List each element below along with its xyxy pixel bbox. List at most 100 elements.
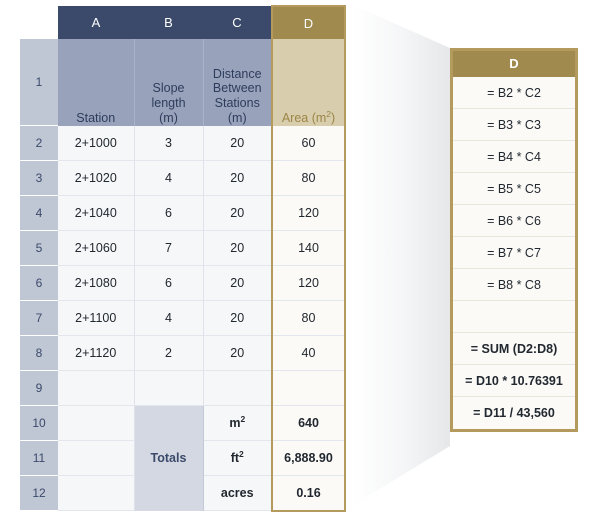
cell-d12-value[interactable]: 0.16 xyxy=(271,475,346,512)
cell-c7[interactable]: 20 xyxy=(203,300,273,336)
cell-c10-unit[interactable]: m2 xyxy=(203,405,273,441)
formula-row-d6[interactable]: = B6 * C6 xyxy=(453,205,575,237)
cell-c8[interactable]: 20 xyxy=(203,335,273,371)
grid: A B C D 1 Station Slope length (m) Dista… xyxy=(20,5,346,512)
formula-panel-header: D xyxy=(453,51,575,77)
cell-c5[interactable]: 20 xyxy=(203,230,273,266)
cell-c3[interactable]: 20 xyxy=(203,160,273,196)
formula-row-d4[interactable]: = B4 * C4 xyxy=(453,141,575,173)
row-number-4[interactable]: 4 xyxy=(20,195,58,231)
row-number-8[interactable]: 8 xyxy=(20,335,58,371)
cell-a5[interactable]: 2+1060 xyxy=(58,230,135,266)
formula-row-d2[interactable]: = B2 * C2 xyxy=(453,77,575,109)
table-row: 5 2+1060 7 20 140 xyxy=(20,230,346,266)
cell-a6[interactable]: 2+1080 xyxy=(58,265,135,301)
row-number-10[interactable]: 10 xyxy=(20,405,58,441)
unit-m2-superscript: 2 xyxy=(240,413,246,424)
cell-c2[interactable]: 20 xyxy=(203,125,273,161)
header-distance-between-stations: Distance Between Stations (m) xyxy=(203,39,273,126)
table-row: 8 2+1120 2 20 40 xyxy=(20,335,346,371)
cell-d2[interactable]: 60 xyxy=(271,125,346,161)
formula-row-d11[interactable]: = D10 * 10.76391 xyxy=(453,365,575,397)
cell-d9[interactable] xyxy=(271,370,346,406)
cell-c9[interactable] xyxy=(203,370,273,406)
header-slope-length-line1: Slope xyxy=(152,81,185,96)
cell-b9[interactable] xyxy=(134,370,204,406)
cell-c4[interactable]: 20 xyxy=(203,195,273,231)
header-slope-length-line2: length xyxy=(151,96,186,110)
header-station: Station xyxy=(58,39,135,126)
cell-d4[interactable]: 120 xyxy=(271,195,346,231)
cell-a12[interactable] xyxy=(58,475,135,511)
formula-row-d10[interactable]: = SUM (D2:D8) xyxy=(453,333,575,365)
cell-a4[interactable]: 2+1040 xyxy=(58,195,135,231)
formula-row-d12[interactable]: = D11 / 43,560 xyxy=(453,397,575,429)
header-slope-length: Slope length (m) xyxy=(134,39,204,126)
formula-row-d7[interactable]: = B7 * C7 xyxy=(453,237,575,269)
corner-cell xyxy=(20,6,58,39)
cell-b5[interactable]: 7 xyxy=(134,230,204,266)
row-number-5[interactable]: 5 xyxy=(20,230,58,266)
row-number-12[interactable]: 12 xyxy=(20,475,58,511)
unit-m2-text: m xyxy=(229,415,241,430)
cell-d8[interactable]: 40 xyxy=(271,335,346,371)
row-number-1[interactable]: 1 xyxy=(20,39,58,126)
row-number-7[interactable]: 7 xyxy=(20,300,58,336)
header-distance-line1: Distance xyxy=(212,66,262,81)
cell-c6[interactable]: 20 xyxy=(203,265,273,301)
table-row: 9 xyxy=(20,370,346,406)
row-number-3[interactable]: 3 xyxy=(20,160,58,196)
cell-d7[interactable]: 80 xyxy=(271,300,346,336)
cell-b3[interactable]: 4 xyxy=(134,160,204,196)
row-number-9[interactable]: 9 xyxy=(20,370,58,406)
cell-a2[interactable]: 2+1000 xyxy=(58,125,135,161)
column-header-b[interactable]: B xyxy=(134,6,203,39)
cell-a7[interactable]: 2+1100 xyxy=(58,300,135,336)
cell-a8[interactable]: 2+1120 xyxy=(58,335,135,371)
cell-b10-totals-label[interactable]: Totals xyxy=(134,405,204,511)
header-area-close: ) xyxy=(331,110,336,125)
formula-row-d5[interactable]: = B5 * C5 xyxy=(453,173,575,205)
cell-a11[interactable] xyxy=(58,440,135,476)
header-distance-line4: (m) xyxy=(227,110,247,125)
cell-b8[interactable]: 2 xyxy=(134,335,204,371)
row-number-11[interactable]: 11 xyxy=(20,440,58,476)
header-area: Area (m2) xyxy=(271,39,346,126)
table-row: 7 2+1100 4 20 80 xyxy=(20,300,346,336)
formula-row-d9-empty[interactable] xyxy=(453,301,575,333)
table-row: 4 2+1040 6 20 120 xyxy=(20,195,346,231)
callout-connector xyxy=(345,0,460,513)
column-header-c[interactable]: C xyxy=(203,6,272,39)
header-area-text: Area (m xyxy=(281,110,327,125)
cell-d3[interactable]: 80 xyxy=(271,160,346,196)
cell-c12-unit[interactable]: acres xyxy=(203,475,273,511)
unit-acres-text: acres xyxy=(220,485,254,500)
cell-a10[interactable] xyxy=(58,405,135,441)
cell-b2[interactable]: 3 xyxy=(134,125,204,161)
row-number-6[interactable]: 6 xyxy=(20,265,58,301)
table-row: 6 2+1080 6 20 120 xyxy=(20,265,346,301)
column-header-a[interactable]: A xyxy=(58,6,134,39)
unit-ft2-superscript: 2 xyxy=(239,448,244,459)
table-row: 10 Totals m2 640 xyxy=(20,405,346,511)
column-letter-row: A B C D xyxy=(20,5,346,39)
cell-c11-unit[interactable]: ft2 xyxy=(203,440,273,476)
header-distance-line3: Stations xyxy=(214,96,260,110)
formula-row-d3[interactable]: = B3 * C3 xyxy=(453,109,575,141)
cell-d11-value[interactable]: 6,888.90 xyxy=(271,440,346,476)
header-distance-line2: Between xyxy=(212,81,262,96)
spreadsheet-table: A B C D 1 Station Slope length (m) Dista… xyxy=(20,5,346,512)
cell-b4[interactable]: 6 xyxy=(134,195,204,231)
formula-row-d8[interactable]: = B8 * C8 xyxy=(453,269,575,301)
cell-d6[interactable]: 120 xyxy=(271,265,346,301)
table-row: 3 2+1020 4 20 80 xyxy=(20,160,346,196)
formula-panel: D = B2 * C2 = B3 * C3 = B4 * C4 = B5 * C… xyxy=(450,48,578,432)
cell-d10-value[interactable]: 640 xyxy=(271,405,346,441)
cell-b6[interactable]: 6 xyxy=(134,265,204,301)
cell-a3[interactable]: 2+1020 xyxy=(58,160,135,196)
cell-b7[interactable]: 4 xyxy=(134,300,204,336)
cell-a9[interactable] xyxy=(58,370,135,406)
cell-d5[interactable]: 140 xyxy=(271,230,346,266)
row-number-2[interactable]: 2 xyxy=(20,125,58,161)
column-header-d[interactable]: D xyxy=(271,5,346,39)
